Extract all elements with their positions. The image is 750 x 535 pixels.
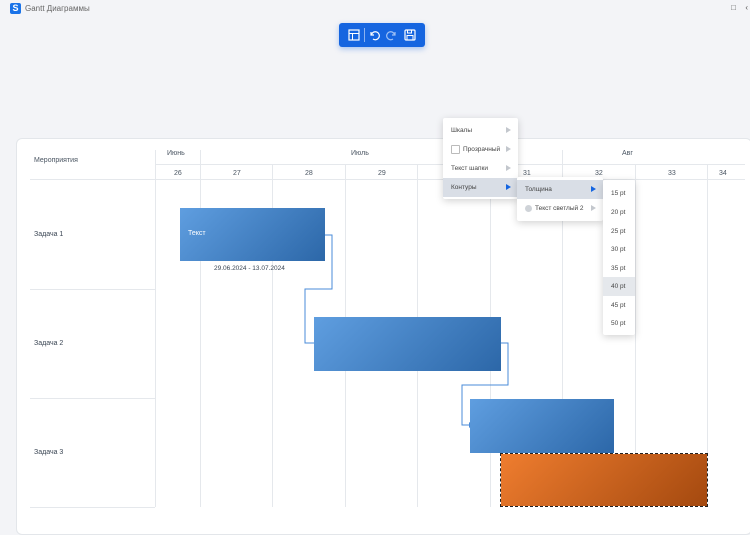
task-bar-2[interactable]	[314, 317, 501, 371]
size-option-50[interactable]: 50 pt	[603, 314, 635, 333]
size-option-35[interactable]: 35 pt	[603, 259, 635, 278]
thickness-list: 15 pt 20 pt 25 pt 30 pt 35 pt 40 pt 45 p…	[603, 180, 635, 335]
chevron-right-icon	[591, 205, 596, 211]
context-menu: Шкалы Прозрачный Текст шапки Контуры	[443, 118, 518, 199]
task-bar-1-text: Текст	[188, 230, 206, 237]
size-option-25[interactable]: 25 pt	[603, 222, 635, 241]
size-option-20[interactable]: 20 pt	[603, 203, 635, 222]
menu-item-scales[interactable]: Шкалы	[443, 121, 518, 140]
task-bar-1[interactable]: Текст	[180, 208, 325, 261]
menu-item-transparent[interactable]: Прозрачный	[443, 140, 518, 159]
task-bar-1-dates: 29.06.2024 - 13.07.2024	[214, 265, 285, 272]
menu-item-header-text-label: Текст шапки	[451, 165, 488, 172]
submenu-item-thickness[interactable]: Толщина	[517, 180, 603, 199]
task-bar-selected[interactable]	[500, 453, 708, 507]
chevron-right-icon	[506, 127, 511, 133]
size-option-40[interactable]: 40 pt	[603, 277, 635, 296]
chevron-right-icon	[506, 184, 511, 190]
chevron-right-icon	[506, 146, 511, 152]
chevron-right-icon	[506, 165, 511, 171]
menu-item-outlines[interactable]: Контуры	[443, 178, 518, 197]
color-swatch-icon	[525, 204, 532, 212]
chevron-right-icon	[591, 186, 596, 192]
menu-item-outlines-label: Контуры	[451, 184, 477, 191]
submenu-item-thickness-label: Толщина	[525, 186, 552, 193]
size-option-30[interactable]: 30 pt	[603, 240, 635, 259]
menu-item-scales-label: Шкалы	[451, 127, 473, 134]
size-option-45[interactable]: 45 pt	[603, 296, 635, 315]
menu-item-header-text[interactable]: Текст шапки	[443, 159, 518, 178]
submenu-item-light-text-label: Текст светлый 2	[535, 205, 584, 212]
outlines-submenu: Толщина Текст светлый 2	[517, 177, 603, 221]
checkbox-icon[interactable]	[451, 144, 460, 154]
task-bar-3[interactable]	[470, 399, 614, 453]
size-option-15[interactable]: 15 pt	[603, 184, 635, 203]
submenu-item-light-text[interactable]: Текст светлый 2	[517, 199, 603, 218]
menu-item-transparent-label: Прозрачный	[463, 146, 501, 153]
